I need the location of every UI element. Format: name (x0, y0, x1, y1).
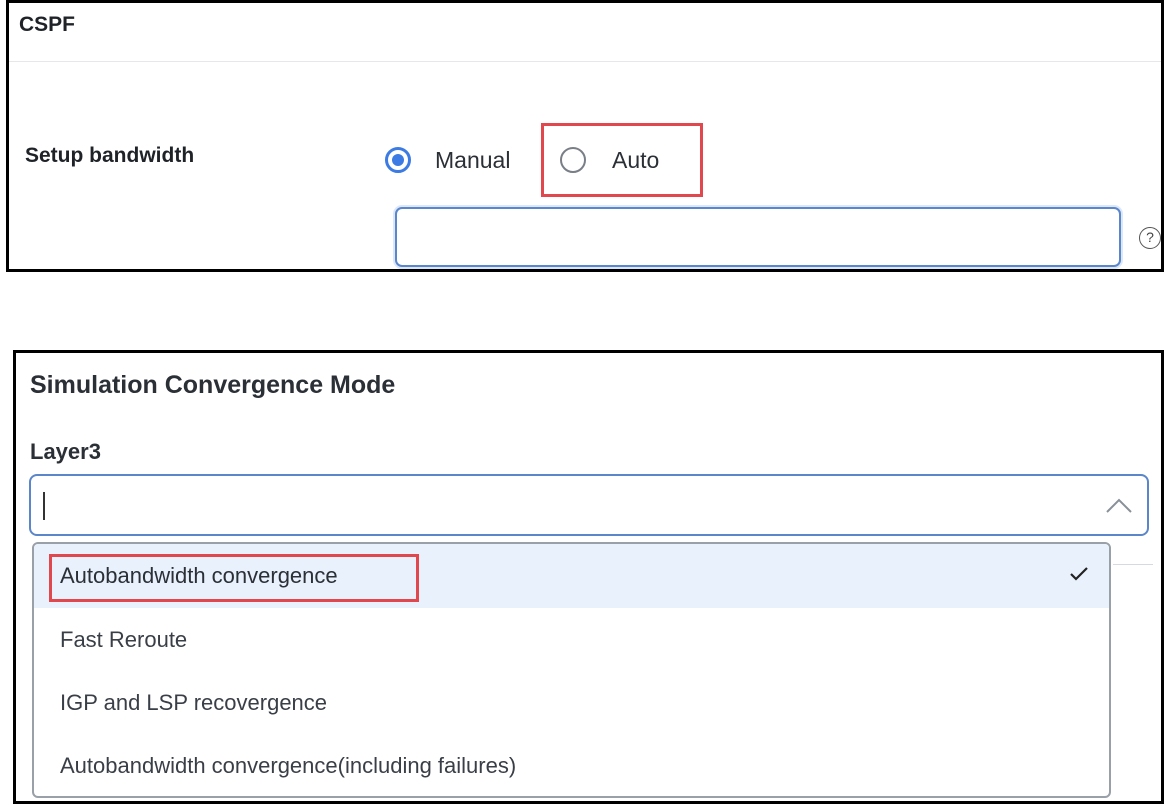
simulation-convergence-panel: Simulation Convergence Mode Layer3 Autob… (13, 350, 1164, 804)
text-caret (43, 492, 45, 520)
layer3-label: Layer3 (30, 439, 101, 464)
setup-bandwidth-input[interactable] (395, 207, 1121, 267)
option-autobandwidth-including-failures[interactable]: Autobandwidth convergence(including fail… (34, 734, 1109, 796)
question-circle-icon[interactable]: ? (1139, 227, 1161, 249)
background-divider (1113, 564, 1153, 565)
option-autobandwidth-convergence[interactable]: Autobandwidth convergence (34, 544, 1109, 608)
auto-highlight-box (541, 123, 703, 197)
option-igp-lsp-recovergence[interactable]: IGP and LSP recovergence (34, 671, 1109, 735)
option-label: IGP and LSP recovergence (60, 690, 328, 715)
option-fast-reroute[interactable]: Fast Reroute (34, 608, 1109, 672)
layer3-select-input[interactable] (29, 474, 1149, 536)
cspf-panel: CSPF Setup bandwidth Manual Auto ? (6, 0, 1164, 272)
chevron-up-icon[interactable] (1105, 496, 1133, 514)
option-label: Fast Reroute (60, 627, 188, 652)
cspf-title: CSPF (19, 13, 76, 36)
option-highlight-box (49, 554, 419, 602)
manual-radio-label[interactable]: Manual (435, 147, 510, 174)
manual-radio[interactable] (385, 147, 411, 173)
cspf-divider (9, 61, 1161, 62)
setup-bandwidth-label: Setup bandwidth (25, 144, 195, 167)
check-icon (1070, 567, 1088, 581)
layer3-dropdown-menu: Autobandwidth convergence Fast Reroute I… (32, 542, 1111, 798)
option-label: Autobandwidth convergence(including fail… (60, 753, 517, 778)
simulation-convergence-title: Simulation Convergence Mode (30, 371, 396, 399)
